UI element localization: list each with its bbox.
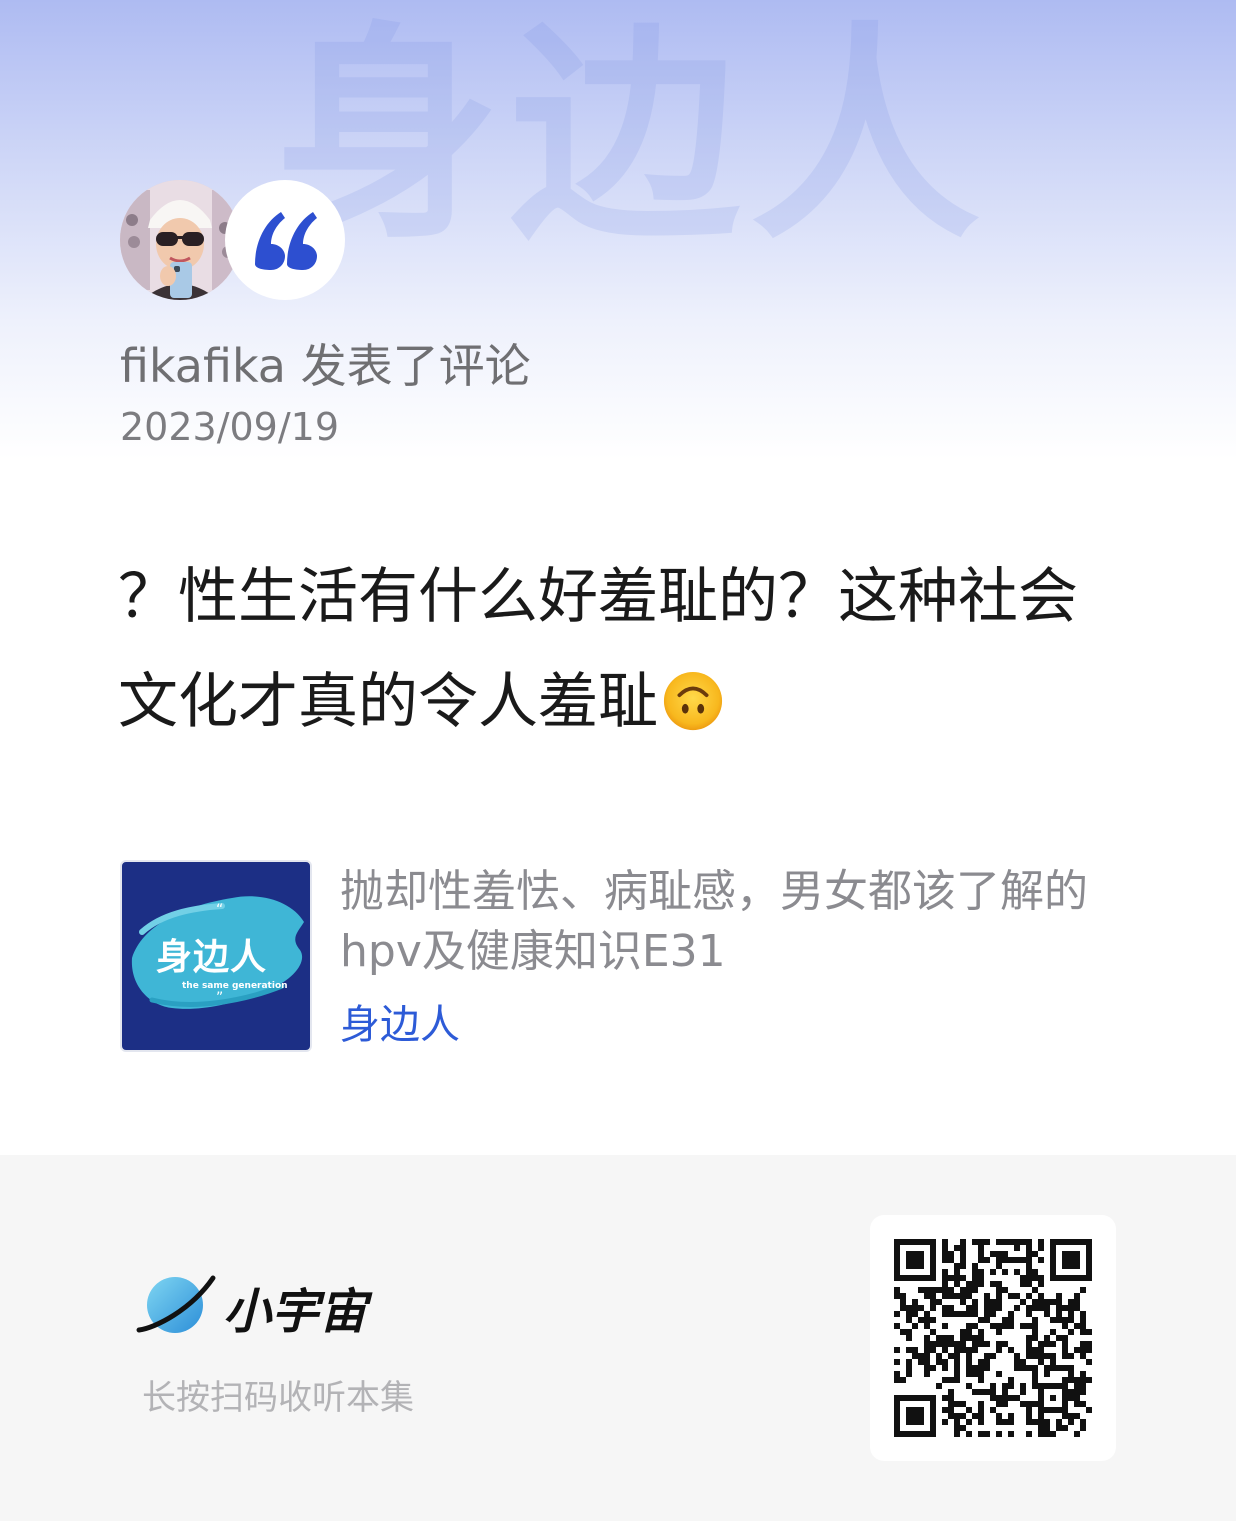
comment-author-line: fikafika 发表了评论: [120, 330, 531, 396]
cover-subtitle: the same generation: [182, 981, 288, 991]
author-name[interactable]: fikafika: [120, 339, 286, 393]
author-action: 发表了评论: [300, 339, 531, 393]
episode-cover[interactable]: “ 身边人 the same generation ”: [120, 860, 312, 1052]
podcast-name[interactable]: 身边人: [340, 992, 460, 1050]
avatar[interactable]: [120, 180, 240, 300]
qr-code: [894, 1239, 1092, 1437]
qr-code-container[interactable]: [870, 1215, 1116, 1461]
episode-title[interactable]: 抛却性羞怯、病耻感，男女都该了解的hpv及健康知识E31: [340, 862, 1100, 982]
quote-badge: [225, 180, 345, 300]
episode-card[interactable]: “ 身边人 the same generation ” 抛却性羞怯、病耻感，男女…: [120, 860, 1116, 1055]
comment-text: ？性生活有什么好羞耻的？这种社会文化才真的令人羞耻: [118, 562, 1078, 737]
header-watermark: 身边人: [270, 4, 991, 271]
footer: 小宇宙 长按扫码收听本集: [0, 1155, 1236, 1521]
brand-name: 小宇宙: [223, 1284, 368, 1340]
planet-icon: [136, 1275, 216, 1333]
cover-quote-open: “: [216, 902, 224, 918]
brand-logo: 小宇宙: [135, 1270, 395, 1340]
share-card: 身边人 fikafika 发表了评论 2023/09/19 ？性生活有什么好羞耻…: [0, 0, 1236, 1521]
cover-title: 身边人: [156, 937, 268, 978]
comment-body: ？性生活有什么好羞耻的？这种社会文化才真的令人羞耻: [118, 545, 1118, 755]
scan-hint: 长按扫码收听本集: [142, 1378, 414, 1418]
cover-quote-close: ”: [216, 990, 224, 1006]
quote-icon: [255, 212, 317, 270]
comment-date: 2023/09/19: [120, 405, 340, 449]
avatar-image: [120, 180, 240, 300]
upside-down-face-icon: [663, 671, 723, 731]
